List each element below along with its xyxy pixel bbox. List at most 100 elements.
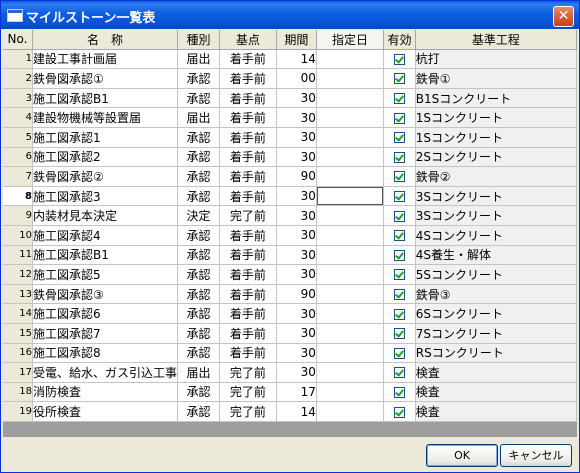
- cell-base[interactable]: 着手前: [219, 68, 277, 89]
- column-header-standard[interactable]: 基準工程: [415, 30, 578, 50]
- cell-valid[interactable]: [383, 362, 416, 383]
- cell-date[interactable]: [316, 205, 385, 226]
- cell-base[interactable]: 着手前: [219, 186, 277, 207]
- cell-days[interactable]: 00: [276, 68, 317, 89]
- cell-date[interactable]: [316, 264, 385, 285]
- cell-standard[interactable]: 鉄骨①: [415, 68, 578, 89]
- cell-valid[interactable]: [383, 343, 416, 364]
- valid-checkbox[interactable]: [393, 112, 405, 124]
- cell-days[interactable]: 30: [276, 147, 317, 168]
- cell-standard[interactable]: 検査: [415, 382, 578, 403]
- table-row[interactable]: 10 施工図承認4 承認 着手前 30 4Sコンクリート: [3, 225, 578, 246]
- cell-days[interactable]: 30: [276, 362, 317, 383]
- table-row[interactable]: 7 鉄骨図承認② 承認 着手前 90 鉄骨②: [3, 166, 578, 187]
- cell-valid[interactable]: [383, 284, 416, 305]
- cell-standard[interactable]: 5Sコンクリート: [415, 264, 578, 285]
- valid-checkbox[interactable]: [393, 191, 405, 203]
- cell-standard[interactable]: RSコンクリート: [415, 343, 578, 364]
- cell-date[interactable]: [316, 68, 385, 89]
- cell-base[interactable]: 着手前: [219, 49, 277, 70]
- table-row[interactable]: 19 役所検査 承認 完了前 14 検査: [3, 401, 578, 422]
- cell-standard[interactable]: 3Sコンクリート: [415, 186, 578, 207]
- cell-days[interactable]: 90: [276, 166, 317, 187]
- cell-days[interactable]: 14: [276, 49, 317, 70]
- row-number[interactable]: 9: [3, 205, 33, 226]
- cell-standard[interactable]: 4S養生・解体: [415, 245, 578, 266]
- cell-name[interactable]: 受電、給水、ガス引込工事: [32, 362, 178, 383]
- cell-name[interactable]: 施工図承認5: [32, 264, 178, 285]
- row-number[interactable]: 10: [3, 225, 33, 246]
- cell-kind[interactable]: 届出: [177, 362, 220, 383]
- row-number[interactable]: 13: [3, 284, 33, 305]
- row-number[interactable]: 12: [3, 264, 33, 285]
- cell-kind[interactable]: 承認: [177, 127, 220, 148]
- row-number[interactable]: 17: [3, 362, 33, 383]
- cell-kind[interactable]: 承認: [177, 323, 220, 344]
- table-row[interactable]: 14 施工図承認6 承認 着手前 30 6Sコンクリート: [3, 303, 578, 324]
- cell-valid[interactable]: [383, 205, 416, 226]
- cell-base[interactable]: 完了前: [219, 401, 277, 422]
- cell-base[interactable]: 着手前: [219, 88, 277, 109]
- row-number[interactable]: 16: [3, 343, 33, 364]
- cell-valid[interactable]: [383, 186, 416, 207]
- cell-standard[interactable]: 2Sコンクリート: [415, 147, 578, 168]
- table-row[interactable]: 9 内装材見本決定 決定 完了前 30 3Sコンクリート: [3, 205, 578, 226]
- row-number[interactable]: 7: [3, 166, 33, 187]
- cell-base[interactable]: 着手前: [219, 245, 277, 266]
- row-number[interactable]: 11: [3, 245, 33, 266]
- cell-base[interactable]: 着手前: [219, 166, 277, 187]
- column-header-valid[interactable]: 有効: [383, 30, 416, 50]
- valid-checkbox[interactable]: [393, 53, 405, 65]
- cell-standard[interactable]: 1Sコンクリート: [415, 127, 578, 148]
- title-bar[interactable]: マイルストーン一覧表 ✕: [1, 1, 579, 29]
- valid-checkbox[interactable]: [393, 406, 405, 418]
- cell-base[interactable]: 着手前: [219, 107, 277, 128]
- cell-valid[interactable]: [383, 382, 416, 403]
- cell-date[interactable]: [316, 166, 385, 187]
- column-header-base[interactable]: 基点: [219, 30, 277, 50]
- cell-days[interactable]: 30: [276, 343, 317, 364]
- column-header-date[interactable]: 指定日: [316, 30, 385, 50]
- cell-kind[interactable]: 承認: [177, 147, 220, 168]
- cell-kind[interactable]: 届出: [177, 49, 220, 70]
- cell-days[interactable]: 90: [276, 284, 317, 305]
- valid-checkbox[interactable]: [393, 73, 405, 85]
- row-number[interactable]: 18: [3, 382, 33, 403]
- cell-kind[interactable]: 承認: [177, 382, 220, 403]
- cell-date[interactable]: [316, 147, 385, 168]
- table-row[interactable]: 6 施工図承認2 承認 着手前 30 2Sコンクリート: [3, 147, 578, 168]
- table-row[interactable]: 1 建設工事計画届 届出 着手前 14 杭打: [3, 49, 578, 70]
- valid-checkbox[interactable]: [393, 367, 405, 379]
- cell-name[interactable]: 施工図承認6: [32, 303, 178, 324]
- cell-name[interactable]: 鉄骨図承認③: [32, 284, 178, 305]
- cell-days[interactable]: 30: [276, 323, 317, 344]
- table-row[interactable]: 13 鉄骨図承認③ 承認 着手前 90 鉄骨③: [3, 284, 578, 305]
- column-header-no[interactable]: No.: [3, 30, 33, 50]
- cell-name[interactable]: 役所検査: [32, 401, 178, 422]
- cell-days[interactable]: 14: [276, 401, 317, 422]
- column-header-days[interactable]: 期間: [276, 30, 317, 50]
- cell-kind[interactable]: 承認: [177, 303, 220, 324]
- cell-valid[interactable]: [383, 323, 416, 344]
- cancel-button[interactable]: キャンセル: [500, 444, 572, 467]
- cell-valid[interactable]: [383, 127, 416, 148]
- cell-valid[interactable]: [383, 147, 416, 168]
- cell-name[interactable]: 鉄骨図承認②: [32, 166, 178, 187]
- table-row[interactable]: 12 施工図承認5 承認 着手前 30 5Sコンクリート: [3, 264, 578, 285]
- cell-standard[interactable]: 検査: [415, 401, 578, 422]
- cell-base[interactable]: 着手前: [219, 303, 277, 324]
- cell-kind[interactable]: 承認: [177, 264, 220, 285]
- table-row[interactable]: 3 施工図承認B1 承認 着手前 30 B1Sコンクリート: [3, 88, 578, 109]
- cell-valid[interactable]: [383, 245, 416, 266]
- cell-name[interactable]: 施工図承認8: [32, 343, 178, 364]
- table-row[interactable]: 5 施工図承認1 承認 着手前 30 1Sコンクリート: [3, 127, 578, 148]
- cell-base[interactable]: 着手前: [219, 323, 277, 344]
- cell-standard[interactable]: 検査: [415, 362, 578, 383]
- valid-checkbox[interactable]: [393, 132, 405, 144]
- row-number[interactable]: 5: [3, 127, 33, 148]
- cell-kind[interactable]: 承認: [177, 401, 220, 422]
- row-number[interactable]: 2: [3, 68, 33, 89]
- table-row[interactable]: 4 建設物機械等設置届 届出 着手前 30 1Sコンクリート: [3, 107, 578, 128]
- cell-days[interactable]: 30: [276, 225, 317, 246]
- valid-checkbox[interactable]: [393, 230, 405, 242]
